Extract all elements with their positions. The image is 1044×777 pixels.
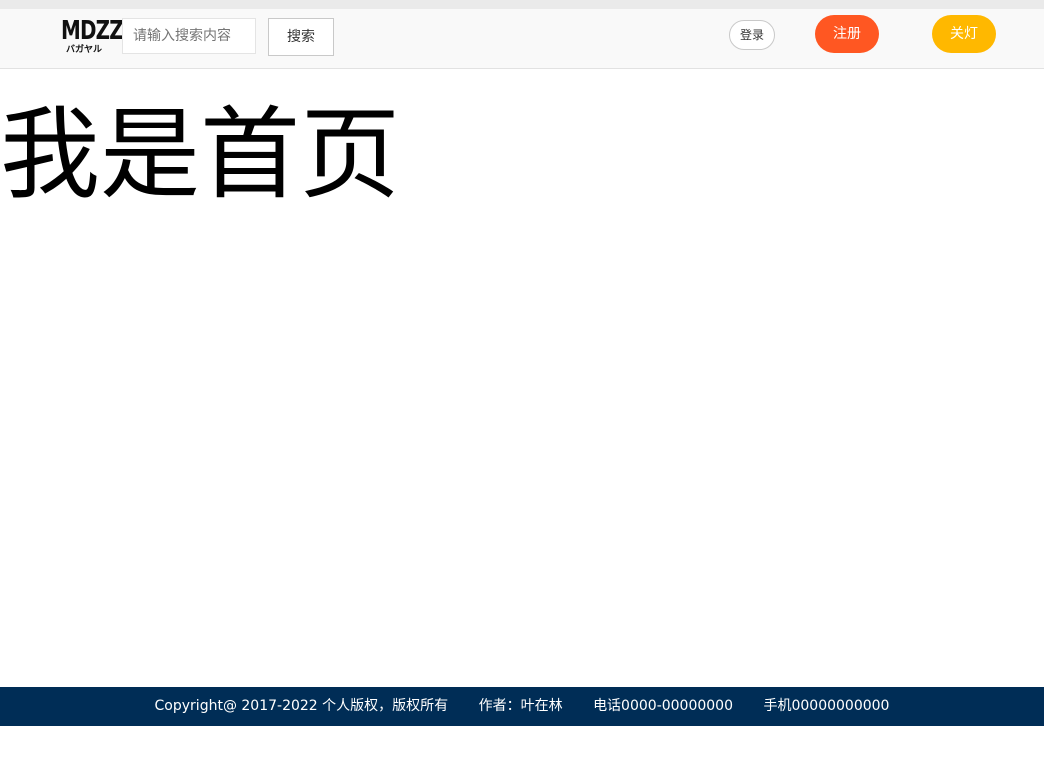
lights-off-button[interactable]: 关灯 [932, 15, 996, 53]
search-button[interactable]: 搜索 [268, 18, 334, 56]
page-title: 我是首页 [0, 96, 400, 213]
footer-phone: 电话0000-00000000 [593, 698, 734, 714]
register-button[interactable]: 注册 [815, 15, 879, 53]
logo-text: MDZZ [61, 16, 124, 46]
top-navbar: MDZZ バガヤル 搜索 登录 注册 关灯 [0, 9, 1044, 69]
footer-author: 作者：叶在林 [478, 698, 563, 714]
login-button[interactable]: 登录 [729, 20, 775, 50]
logo-subtext: バガヤル [65, 45, 102, 55]
main-content: 我是首页 [0, 69, 1044, 687]
site-logo[interactable]: MDZZ バガヤル [57, 16, 124, 63]
footer: Copyright@ 2017-2022 个人版权，版权所有 作者：叶在林 电话… [0, 687, 1044, 726]
footer-copyright: Copyright@ 2017-2022 个人版权，版权所有 [154, 698, 449, 714]
search-input[interactable] [122, 18, 256, 54]
footer-mobile: 手机00000000000 [763, 698, 890, 714]
